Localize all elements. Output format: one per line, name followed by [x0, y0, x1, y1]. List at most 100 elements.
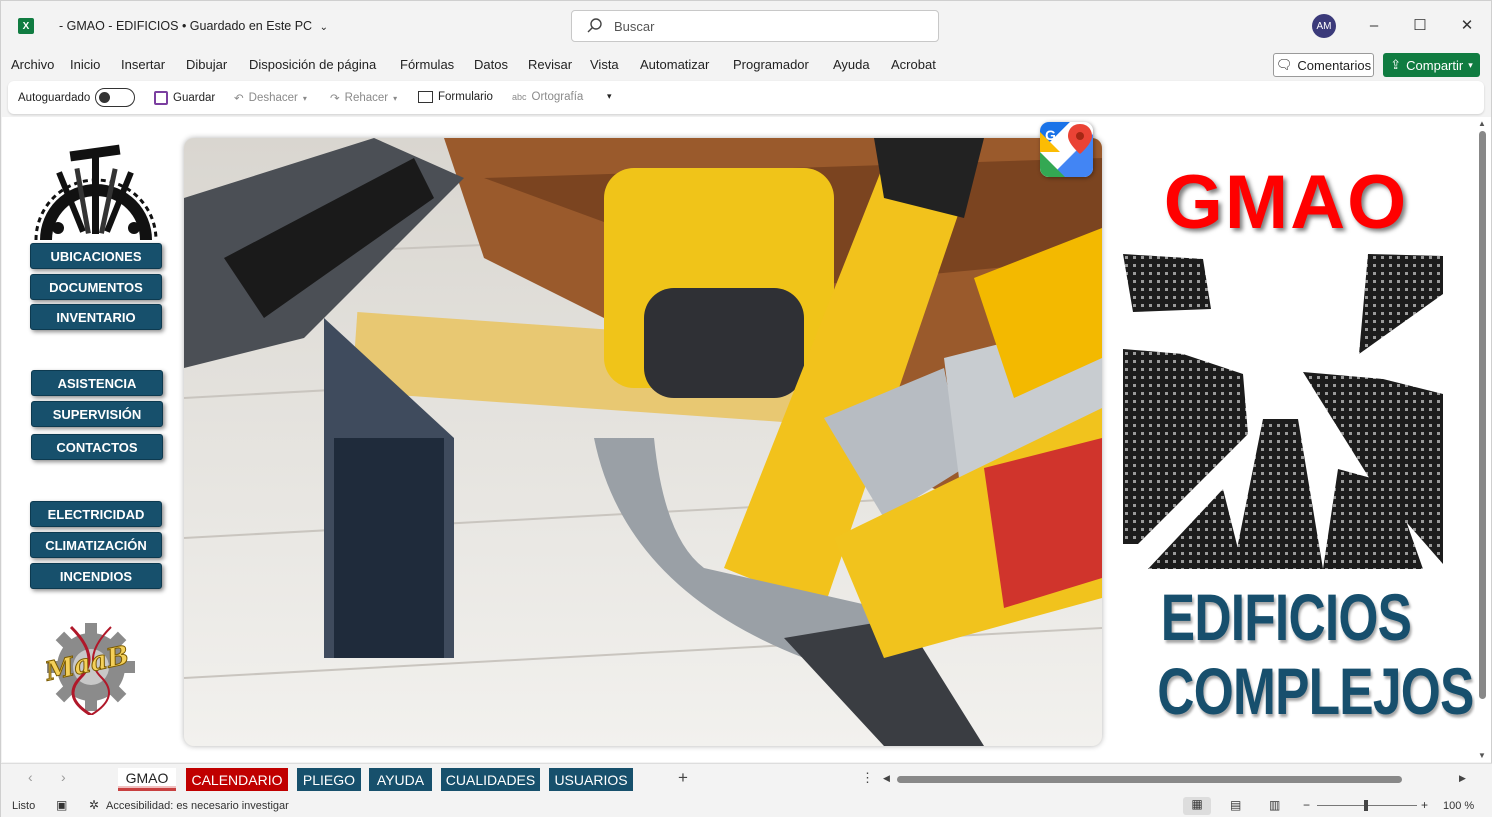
share-label: Compartir — [1406, 57, 1464, 73]
undo-label: Deshacer — [248, 92, 298, 104]
ribbon-tab-4[interactable]: Disposición de página — [249, 57, 376, 72]
excel-icon[interactable]: X — [18, 18, 34, 34]
nav-button-incendios[interactable]: INCENDIOS — [30, 563, 162, 589]
ribbon-tab-6[interactable]: Datos — [474, 57, 508, 72]
sheet-tab-pliego[interactable]: PLIEGO — [297, 768, 361, 791]
avatar[interactable]: AM — [1312, 14, 1336, 38]
ribbon-tab-10[interactable]: Programador — [733, 57, 809, 72]
ribbon-tab-5[interactable]: Fórmulas — [400, 57, 454, 72]
scroll-up-icon[interactable]: ▲ — [1478, 119, 1486, 128]
sheet-tab-ayuda[interactable]: AYUDA — [369, 768, 432, 791]
nav-button-documentos[interactable]: DOCUMENTOS — [30, 274, 162, 300]
close-button[interactable]: ✕ — [1457, 15, 1477, 35]
gmao-title: GMAO — [1163, 160, 1409, 245]
redo-button[interactable]: ↷ Rehacer ▾ — [330, 91, 397, 105]
sheet-tabs-bar: ‹ › GMAO CALENDARIO PLIEGO AYUDA CUALIDADES U… — [1, 763, 1492, 795]
scroll-down-icon[interactable]: ▼ — [1478, 751, 1486, 760]
maximize-button[interactable]: ☐ — [1410, 15, 1430, 35]
next-sheet-icon[interactable]: › — [61, 769, 66, 785]
vertical-scroll-thumb[interactable] — [1479, 131, 1486, 699]
previous-sheet-icon[interactable]: ‹ — [28, 769, 33, 785]
scroll-left-icon[interactable]: ◀ — [883, 773, 890, 784]
ribbon-tab-11[interactable]: Ayuda — [833, 57, 870, 72]
more-options-icon[interactable]: ⋮ — [861, 770, 874, 786]
horizontal-scroll-thumb[interactable] — [897, 776, 1402, 783]
comment-icon: 🗨 — [1275, 57, 1293, 72]
nav-button-asistencia[interactable]: ASISTENCIA — [31, 370, 163, 396]
form-button[interactable]: Formulario — [418, 91, 493, 103]
tools-photo — [184, 138, 1102, 746]
nav-button-inventario[interactable]: INVENTARIO — [30, 304, 162, 330]
spelling-label: Ortografía — [531, 91, 584, 103]
nav-button-supervisión[interactable]: SUPERVISIÓN — [31, 401, 163, 427]
nav-button-electricidad[interactable]: ELECTRICIDAD — [30, 501, 162, 527]
chevron-down-icon: ▾ — [393, 93, 398, 103]
status-bar: Listo ▣ ✲ Accesibilidad: es necesario in… — [1, 795, 1492, 817]
chevron-down-icon: ▾ — [302, 93, 307, 103]
minimize-button[interactable]: – — [1364, 15, 1384, 35]
zoom-slider-handle[interactable] — [1364, 800, 1368, 811]
form-label: Formulario — [438, 91, 493, 103]
search-placeholder: Buscar — [614, 18, 655, 34]
search-icon — [587, 18, 602, 33]
save-state: • Guardado en Este PC — [181, 19, 313, 33]
spelling-icon: abc — [512, 92, 527, 102]
ribbon-tab-12[interactable]: Acrobat — [891, 57, 936, 72]
title-bar: X - GMAO - EDIFICIOS • Guardado en Este … — [1, 1, 1492, 51]
ribbon-tab-1[interactable]: Inicio — [70, 57, 100, 72]
document-title[interactable]: - GMAO - EDIFICIOS • Guardado en Este PC… — [59, 19, 328, 33]
edificios-heading: EDIFICIOS — [1160, 580, 1412, 654]
skyscrapers-illustration — [1123, 254, 1443, 569]
zoom-level[interactable]: 100 % — [1443, 800, 1474, 812]
comments-button[interactable]: 🗨 Comentarios — [1273, 53, 1374, 77]
tools-photo-art — [184, 138, 1102, 746]
vertical-scrollbar[interactable]: ▲ ▼ — [1475, 117, 1491, 762]
accessibility-status[interactable]: Accesibilidad: es necesario investigar — [106, 800, 289, 812]
page-layout-view-icon[interactable]: ▤ — [1230, 798, 1241, 812]
chevron-down-icon: ▾ — [607, 91, 612, 101]
ribbon-tab-2[interactable]: Insertar — [121, 57, 165, 72]
sheet-tab-usuarios[interactable]: USUARIOS — [549, 768, 633, 791]
ribbon-tab-9[interactable]: Automatizar — [640, 57, 709, 72]
svg-text:G: G — [1045, 127, 1056, 143]
ribbon-tab-8[interactable]: Vista — [590, 57, 619, 72]
save-button[interactable]: Guardar — [154, 91, 215, 105]
share-button[interactable]: ⇪ Compartir ▾ — [1383, 53, 1480, 77]
excel-window: X - GMAO - EDIFICIOS • Guardado en Este … — [0, 0, 1492, 817]
nav-button-contactos[interactable]: CONTACTOS — [31, 434, 163, 460]
complejos-heading: COMPLEJOS — [1157, 654, 1474, 728]
normal-view-icon[interactable]: ▦ — [1183, 797, 1211, 815]
status-ready: Listo — [12, 800, 36, 812]
horizontal-scrollbar[interactable]: ◀ ▶ — [881, 773, 1473, 786]
save-label: Guardar — [173, 92, 216, 104]
toggle-switch[interactable] — [95, 88, 136, 107]
nav-button-ubicaciones[interactable]: UBICACIONES — [30, 243, 162, 269]
zoom-in-icon[interactable]: + — [1421, 798, 1428, 812]
scroll-right-icon[interactable]: ▶ — [1459, 773, 1466, 784]
google-maps-icon[interactable]: G — [1040, 122, 1093, 177]
sheet-tab-gmao[interactable]: GMAO — [118, 768, 176, 791]
zoom-out-icon[interactable]: − — [1303, 798, 1310, 812]
ribbon-tab-3[interactable]: Dibujar — [186, 57, 227, 72]
search-box[interactable]: Buscar — [571, 10, 939, 42]
tools-logo — [34, 144, 158, 240]
spelling-button[interactable]: abc Ortografía — [512, 91, 583, 103]
form-icon — [418, 91, 433, 103]
ribbon-tabs: Archivo Inicio Insertar Dibujar Disposición … — [1, 53, 1492, 79]
comments-label: Comentarios — [1297, 57, 1372, 73]
add-sheet-icon[interactable]: + — [678, 768, 688, 788]
chevron-down-icon: ⌄ — [319, 22, 328, 33]
undo-button[interactable]: ↶ Deshacer ▾ — [234, 91, 307, 105]
accessibility-icon[interactable]: ✲ — [89, 798, 99, 812]
quick-access-toolbar: Autoguardado Guardar ↶ Deshacer ▾ ↷ Reha… — [8, 81, 1484, 114]
sheet-tab-cualidades[interactable]: CUALIDADES — [441, 768, 540, 791]
page-break-view-icon[interactable]: ▥ — [1269, 798, 1280, 812]
autosave-toggle[interactable]: Autoguardado — [18, 88, 136, 107]
customize-toolbar-button[interactable]: ▾ — [607, 91, 612, 102]
undo-icon: ↶ — [234, 93, 244, 105]
share-icon: ⇪ — [1390, 57, 1402, 72]
sheet-tab-calendario[interactable]: CALENDARIO — [186, 768, 288, 791]
ribbon-tab-0[interactable]: Archivo — [11, 57, 54, 72]
ribbon-tab-7[interactable]: Revisar — [528, 57, 572, 72]
nav-button-climatización[interactable]: CLIMATIZACIÓN — [30, 532, 162, 558]
